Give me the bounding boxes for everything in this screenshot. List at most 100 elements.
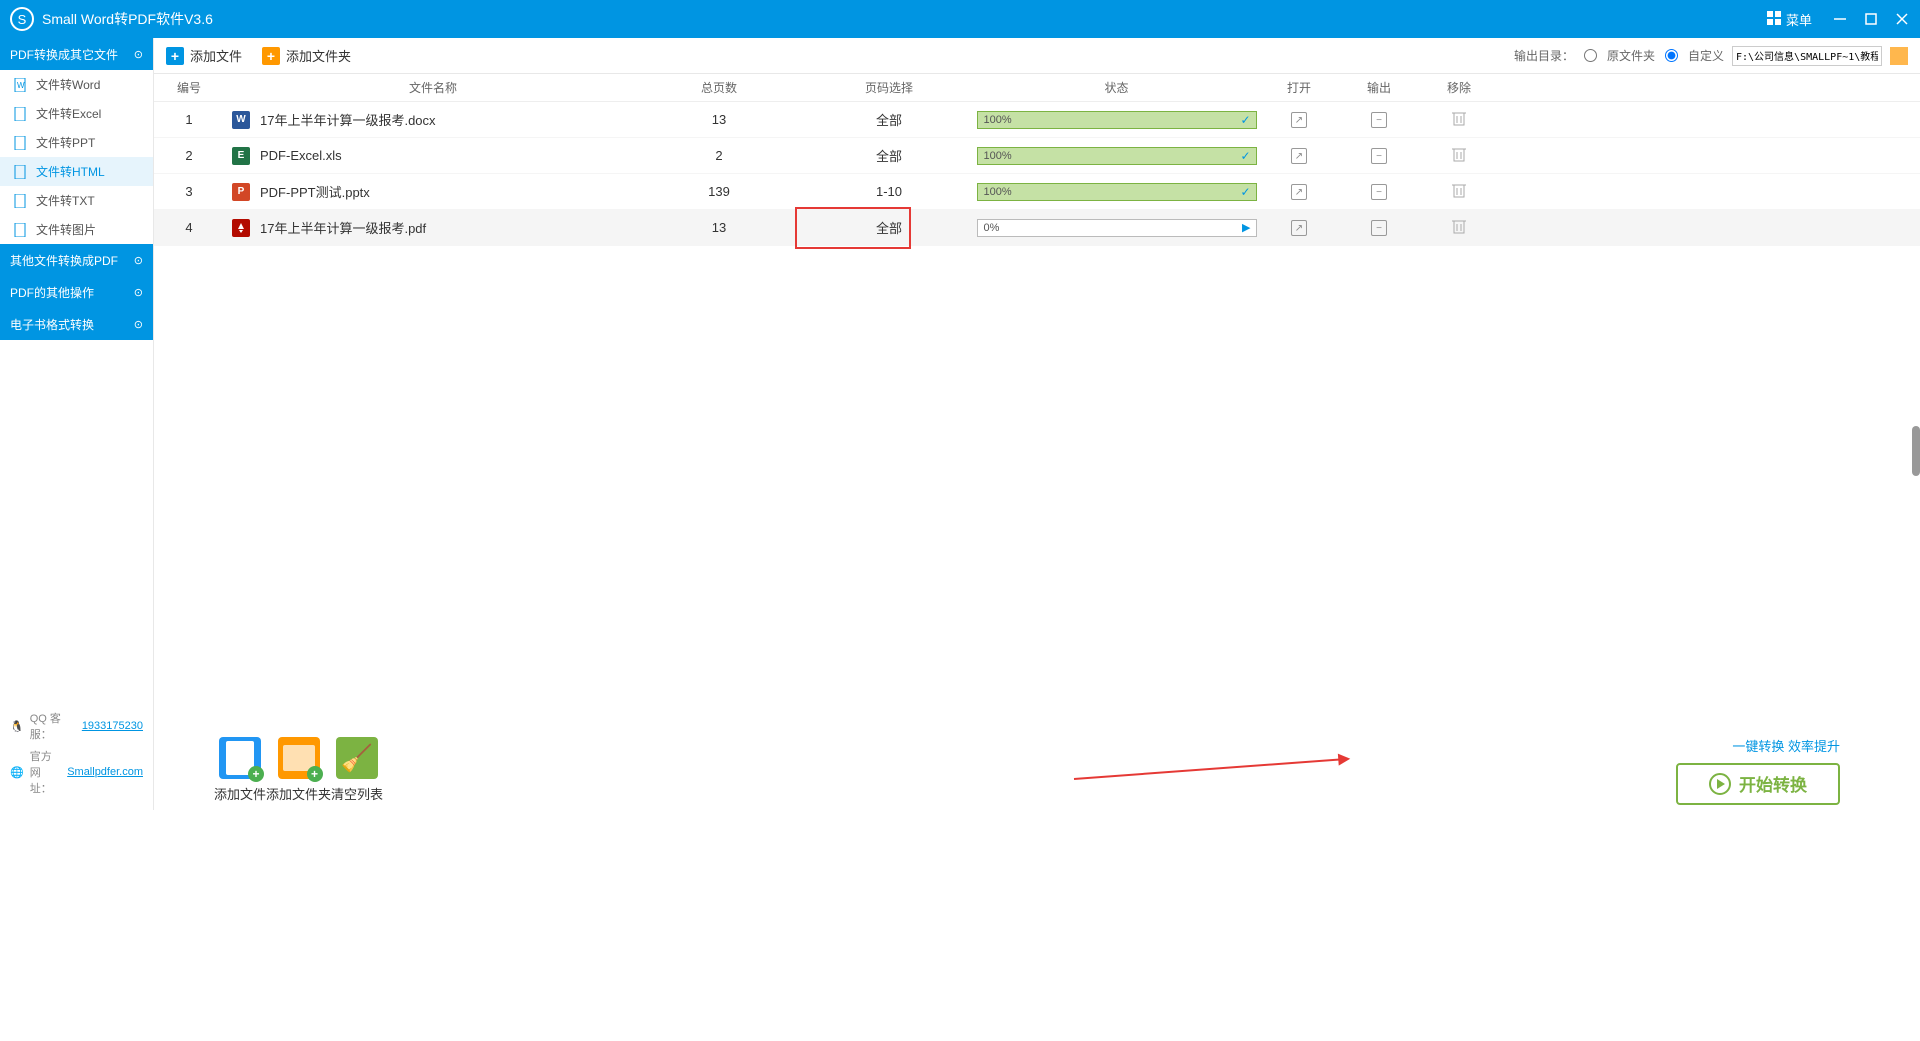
table-header: 编号 文件名称 总页数 页码选择 状态 打开 输出 移除 bbox=[154, 74, 1920, 102]
sidebar-group-pdf-convert[interactable]: PDF转换成其它文件 ⊙ bbox=[0, 38, 153, 70]
qq-link[interactable]: 1933175230 bbox=[82, 720, 143, 732]
folder-plus-icon: + bbox=[262, 47, 280, 65]
progress-percent: 0% bbox=[984, 222, 1000, 234]
word-icon: W bbox=[14, 78, 28, 92]
page-range[interactable]: 全部 bbox=[804, 214, 974, 242]
row-num: 4 bbox=[154, 220, 224, 235]
folder-plus-icon: + bbox=[278, 737, 320, 779]
open-file-button[interactable]: ↗ bbox=[1291, 148, 1307, 164]
col-header-status: 状态 bbox=[974, 79, 1259, 96]
col-header-output: 输出 bbox=[1339, 79, 1419, 96]
delete-button[interactable] bbox=[1452, 182, 1466, 198]
close-button[interactable] bbox=[1894, 11, 1910, 27]
page-range[interactable]: 全部 bbox=[804, 106, 974, 134]
excel-icon bbox=[14, 107, 28, 121]
sidebar-group-other-to-pdf[interactable]: 其他文件转换成PDF ⊙ bbox=[0, 244, 153, 276]
output-folder-button[interactable]: − bbox=[1371, 184, 1387, 200]
progress-bar: 100%✓ bbox=[977, 147, 1257, 165]
titlebar: S Small Word转PDF软件V3.6 菜单 bbox=[0, 0, 1920, 38]
output-options: 输出目录： 原文件夹 自定义 bbox=[1514, 46, 1908, 66]
col-header-remove: 移除 bbox=[1419, 79, 1499, 96]
sidebar-item-image[interactable]: 文件转图片 bbox=[0, 215, 153, 244]
page-range[interactable]: 1-10 bbox=[804, 178, 974, 206]
table-row[interactable]: 2EPDF-Excel.xls2全部100%✓↗− bbox=[154, 138, 1920, 174]
output-folder-button[interactable]: − bbox=[1371, 112, 1387, 128]
play-icon: ▶ bbox=[1242, 221, 1250, 234]
table-row[interactable]: 1W 17年上半年计算一级报考.docx 13全部 100% ✓ ↗ − bbox=[154, 102, 1920, 138]
col-header-open: 打开 bbox=[1259, 79, 1339, 96]
file-name: 17年上半年计算一级报考.docx bbox=[260, 110, 436, 129]
row-num: 2 bbox=[154, 148, 224, 163]
col-header-num: 编号 bbox=[154, 79, 224, 96]
document-plus-icon: + bbox=[219, 737, 261, 779]
progress-percent: 100% bbox=[984, 114, 1012, 126]
add-file-button[interactable]: + 添加文件 bbox=[166, 46, 242, 65]
radio-original-folder[interactable] bbox=[1584, 49, 1597, 62]
open-file-button[interactable]: ↗ bbox=[1291, 112, 1307, 128]
toolbar: + 添加文件 + 添加文件夹 输出目录： 原文件夹 自定义 bbox=[154, 38, 1920, 74]
sidebar-item-ppt[interactable]: 文件转PPT bbox=[0, 128, 153, 157]
output-folder-button[interactable]: − bbox=[1371, 148, 1387, 164]
output-path-input[interactable] bbox=[1732, 46, 1882, 66]
page-count: 13 bbox=[634, 112, 804, 127]
txt-icon bbox=[14, 194, 28, 208]
scrollbar-thumb[interactable] bbox=[1912, 426, 1920, 476]
delete-button[interactable] bbox=[1452, 110, 1466, 126]
radio-custom-folder[interactable] bbox=[1665, 49, 1678, 62]
row-num: 1 bbox=[154, 112, 224, 127]
app-logo-icon: S bbox=[10, 7, 34, 31]
open-file-button[interactable]: ↗ bbox=[1291, 184, 1307, 200]
table-row[interactable]: 417年上半年计算一级报考.pdf13全部0%▶↗− bbox=[154, 210, 1920, 246]
bottom-clear-list-button[interactable]: 🧹 清空列表 bbox=[331, 737, 383, 803]
table-row[interactable]: 3PPDF-PPT测试.pptx1391-10100%✓↗− bbox=[154, 174, 1920, 210]
progress-bar: 100% ✓ bbox=[977, 111, 1257, 129]
table-body: 1W17年上半年计算一级报考.docx13全部100%✓↗−2EPDF-Exce… bbox=[154, 102, 1920, 810]
plus-icon: + bbox=[166, 47, 184, 65]
start-convert-button[interactable]: 开始转换 bbox=[1676, 763, 1840, 805]
app-title: Small Word转PDF软件V3.6 bbox=[42, 9, 1767, 29]
output-label: 输出目录： bbox=[1514, 47, 1574, 64]
menu-grid-icon bbox=[1767, 11, 1781, 28]
image-icon bbox=[14, 223, 28, 237]
bottom-add-file-button[interactable]: + 添加文件 bbox=[214, 737, 266, 803]
globe-icon: 🌐 bbox=[10, 766, 24, 779]
broom-icon: 🧹 bbox=[336, 737, 378, 779]
menu-button[interactable]: 菜单 bbox=[1767, 10, 1812, 29]
open-file-button[interactable]: ↗ bbox=[1291, 220, 1307, 236]
file-type-icon: W bbox=[232, 111, 250, 129]
sidebar-group-ebook[interactable]: 电子书格式转换 ⊙ bbox=[0, 308, 153, 340]
delete-button[interactable] bbox=[1452, 146, 1466, 162]
check-icon: ✓ bbox=[1240, 185, 1250, 199]
ppt-icon bbox=[14, 136, 28, 150]
window-controls bbox=[1832, 11, 1910, 27]
maximize-button[interactable] bbox=[1863, 11, 1879, 27]
progress-bar: 0% ▶ bbox=[977, 219, 1257, 237]
sidebar-item-html[interactable]: 文件转HTML bbox=[0, 157, 153, 186]
page-count: 2 bbox=[634, 148, 804, 163]
bottom-add-folder-button[interactable]: + 添加文件夹 bbox=[266, 737, 331, 803]
play-icon bbox=[1709, 773, 1731, 795]
delete-button[interactable] bbox=[1452, 218, 1466, 234]
sidebar-item-word[interactable]: W 文件转Word bbox=[0, 70, 153, 99]
col-header-pages: 总页数 bbox=[634, 79, 804, 96]
site-link[interactable]: Smallpdfer.com bbox=[67, 766, 143, 778]
minimize-button[interactable] bbox=[1832, 11, 1848, 27]
file-name: 17年上半年计算一级报考.pdf bbox=[260, 218, 426, 237]
check-icon: ✓ bbox=[1240, 149, 1250, 163]
add-folder-button[interactable]: + 添加文件夹 bbox=[262, 46, 351, 65]
check-icon: ✓ bbox=[1240, 113, 1250, 127]
file-type-icon: P bbox=[232, 183, 250, 201]
sidebar-footer: 🐧 QQ 客服： 1933175230 🌐 官方网址： Smallpdfer.c… bbox=[0, 696, 153, 810]
promo-text: 一键转换 效率提升 bbox=[1732, 736, 1840, 755]
svg-text:W: W bbox=[17, 81, 25, 90]
sidebar-item-txt[interactable]: 文件转TXT bbox=[0, 186, 153, 215]
browse-folder-button[interactable] bbox=[1890, 47, 1908, 65]
col-header-range: 页码选择 bbox=[804, 79, 974, 96]
html-icon bbox=[14, 165, 28, 179]
page-range[interactable]: 全部 bbox=[804, 142, 974, 170]
chevron-down-icon: ⊙ bbox=[134, 48, 143, 61]
sidebar-group-pdf-ops[interactable]: PDF的其他操作 ⊙ bbox=[0, 276, 153, 308]
progress-percent: 100% bbox=[984, 186, 1012, 198]
output-folder-button[interactable]: − bbox=[1371, 220, 1387, 236]
sidebar-item-excel[interactable]: 文件转Excel bbox=[0, 99, 153, 128]
